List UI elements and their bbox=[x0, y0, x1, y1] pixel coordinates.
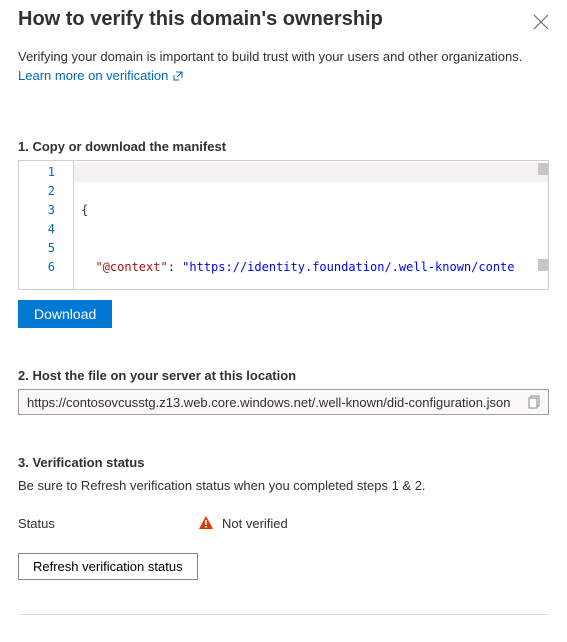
code-line-numbers: 1 2 3 4 5 6 bbox=[19, 161, 74, 289]
host-url-value: https://contosovcusstg.z13.web.core.wind… bbox=[25, 395, 522, 410]
step2-heading: 2. Host the file on your server at this … bbox=[18, 368, 549, 383]
status-label: Status bbox=[18, 516, 78, 531]
learn-more-link-label: Learn more on verification bbox=[18, 68, 168, 83]
close-button[interactable] bbox=[533, 14, 549, 30]
external-link-icon bbox=[172, 70, 184, 82]
intro-text: Verifying your domain is important to bu… bbox=[18, 49, 549, 64]
warning-icon bbox=[198, 515, 214, 531]
copy-icon[interactable] bbox=[528, 395, 542, 409]
step3-heading: 3. Verification status bbox=[18, 455, 549, 470]
code-content: { "@context": "https://identity.foundati… bbox=[74, 161, 548, 289]
status-value: Not verified bbox=[222, 516, 288, 531]
page-title: How to verify this domain's ownership bbox=[18, 8, 383, 31]
learn-more-link[interactable]: Learn more on verification bbox=[18, 68, 184, 83]
refresh-status-button[interactable]: Refresh verification status bbox=[18, 553, 198, 580]
close-icon bbox=[533, 14, 549, 30]
manifest-code-editor[interactable]: 1 2 3 4 5 6 { "@context": "https://ident… bbox=[18, 160, 549, 290]
host-url-field[interactable]: https://contosovcusstg.z13.web.core.wind… bbox=[18, 389, 549, 415]
step3-note: Be sure to Refresh verification status w… bbox=[18, 478, 549, 493]
download-button[interactable]: Download bbox=[18, 300, 112, 328]
divider bbox=[18, 614, 549, 615]
step1-heading: 1. Copy or download the manifest bbox=[18, 139, 549, 154]
